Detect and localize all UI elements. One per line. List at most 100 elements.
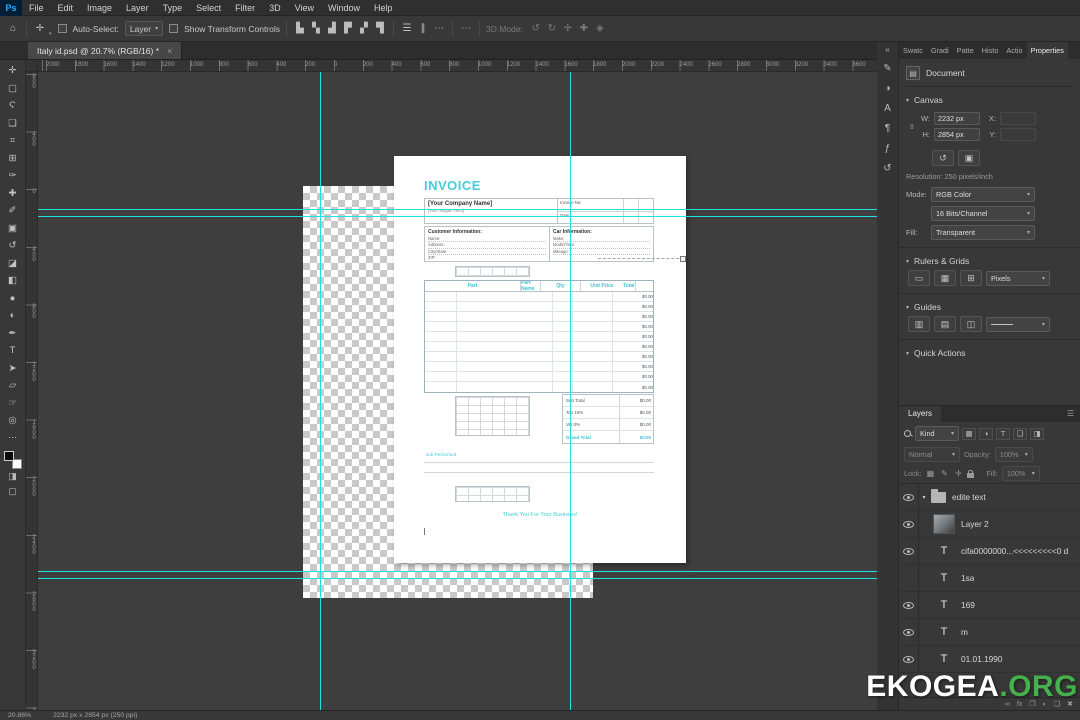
layer-thumbnail[interactable] — [933, 595, 955, 615]
link-dimensions-icon[interactable]: ∞ — [908, 121, 917, 133]
layer-row[interactable]: 169 — [899, 592, 1080, 619]
panel-menu-icon[interactable]: ☰ — [1067, 406, 1080, 422]
layer-visibility-toggle[interactable] — [899, 511, 919, 537]
align-left-icon[interactable]: ▙ — [293, 23, 307, 34]
blur-tool[interactable]: ● — [2, 290, 24, 308]
menu-item[interactable]: Edit — [51, 3, 81, 13]
new-guide-layout-icon[interactable]: ▥ — [908, 316, 930, 332]
units-dropdown[interactable]: Pixels ▾ — [986, 271, 1050, 286]
lasso-tool[interactable]: Ϛ — [2, 97, 24, 115]
close-icon[interactable]: × — [167, 46, 172, 56]
path-selection-tool[interactable]: ➤ — [2, 360, 24, 378]
clear-guides-icon[interactable]: ◫ — [960, 316, 982, 332]
type-tool[interactable]: T — [2, 342, 24, 360]
panel-tab[interactable]: Properties — [1027, 42, 1068, 59]
align-right-icon[interactable]: ▟ — [325, 23, 339, 34]
layer-visibility-toggle[interactable] — [899, 565, 919, 591]
guide-style-dropdown[interactable]: ▾ — [986, 317, 1050, 332]
filter-type-layers-icon[interactable]: T — [996, 428, 1010, 440]
distribute-horizontal-icon[interactable]: ∥ — [416, 23, 430, 34]
panel-tab[interactable]: Patte — [953, 42, 978, 59]
foreground-color-swatch[interactable] — [4, 451, 14, 461]
lock-position-icon[interactable]: ✛ — [953, 469, 963, 478]
vertical-ruler[interactable]: 8004000400800120016002000240028003200360… — [26, 72, 38, 710]
layer-thumbnail[interactable] — [933, 622, 955, 642]
opacity-dropdown[interactable]: 100% ▾ — [995, 447, 1033, 462]
gradient-tool[interactable]: ◧ — [2, 272, 24, 290]
zoom-tool[interactable]: ◎ — [2, 412, 24, 430]
menu-item[interactable]: Window — [321, 3, 367, 13]
eyedropper-tool[interactable]: ✑ — [2, 167, 24, 185]
tool-preset-caret-icon[interactable]: ▾ — [49, 31, 52, 41]
quick-mask-button[interactable]: ◨ — [2, 469, 24, 484]
trim-canvas-icon[interactable]: ▣ — [958, 150, 980, 166]
layer-row[interactable]: 1sa — [899, 565, 1080, 592]
group-caret-icon[interactable] — [919, 494, 929, 501]
layer-visibility-toggle[interactable] — [899, 484, 919, 510]
paragraph-panel-icon[interactable]: ¶ — [885, 123, 890, 134]
hand-tool[interactable]: ☞ — [2, 395, 24, 413]
auto-select-target-dropdown[interactable]: Layer ▾ — [125, 21, 163, 36]
layer-thumbnail[interactable] — [933, 514, 955, 534]
align-middle-icon[interactable]: ▞ — [357, 23, 371, 34]
guides-section-header[interactable]: ▾ Guides — [906, 302, 1073, 312]
layer-thumbnail[interactable] — [933, 568, 955, 588]
menu-item[interactable]: Help — [367, 3, 400, 13]
show-transform-controls-checkbox[interactable] — [169, 24, 178, 33]
height-field[interactable]: 2854 px — [934, 128, 980, 141]
move-tool[interactable]: ✛ — [2, 62, 24, 80]
canvas-section-header[interactable]: ▾ Canvas — [906, 95, 1073, 105]
brush-tool[interactable]: ✐ — [2, 202, 24, 220]
history-panel-icon[interactable]: ↺ — [883, 163, 891, 174]
width-field[interactable]: 2232 px — [934, 112, 980, 125]
eraser-tool[interactable]: ◪ — [2, 255, 24, 273]
layer-visibility-toggle[interactable] — [899, 619, 919, 645]
crop-tool[interactable]: ⌗ — [2, 132, 24, 150]
layer-row[interactable]: m — [899, 619, 1080, 646]
menu-item[interactable]: Type — [156, 3, 190, 13]
layer-row[interactable]: 01.01.1990 — [899, 646, 1080, 673]
pen-tool[interactable]: ✒ — [2, 325, 24, 343]
marquee-tool[interactable]: ▢ — [2, 80, 24, 98]
align-top-icon[interactable]: ▛ — [341, 23, 355, 34]
document-viewport[interactable]: INVOICE [Your Company Name] [Your Slogan… — [38, 72, 877, 710]
layer-thumbnail[interactable] — [933, 541, 955, 561]
object-selection-tool[interactable]: ❏ — [2, 115, 24, 133]
layer-row[interactable]: Layer 2 — [899, 511, 1080, 538]
3d-roll-icon[interactable]: ↻ — [545, 23, 559, 34]
3d-drag-icon[interactable]: ✛ — [561, 23, 575, 34]
panel-tab[interactable]: Gradi — [927, 42, 953, 59]
panel-tab[interactable]: Swatc — [899, 42, 927, 59]
menu-item[interactable]: Image — [80, 3, 119, 13]
distribute-vertical-icon[interactable]: ☰ — [400, 23, 414, 34]
menu-item[interactable]: Filter — [228, 3, 262, 13]
3d-slide-icon[interactable]: ✚ — [577, 23, 591, 34]
home-icon[interactable]: ⌂ — [6, 23, 20, 34]
more-options-icon[interactable]: ⋯ — [459, 23, 473, 34]
layer-visibility-toggle[interactable] — [899, 538, 919, 564]
ruler-toggle-icon[interactable]: ▭ — [908, 270, 930, 286]
align-bottom-icon[interactable]: ▜ — [373, 23, 387, 34]
filter-shape-layers-icon[interactable]: ❏ — [1013, 428, 1027, 440]
history-brush-tool[interactable]: ↺ — [2, 237, 24, 255]
panel-tab[interactable]: Histo — [978, 42, 1003, 59]
shape-tool[interactable]: ▱ — [2, 377, 24, 395]
document-page[interactable]: INVOICE [Your Company Name] [Your Slogan… — [394, 156, 686, 563]
auto-select-checkbox[interactable] — [58, 24, 67, 33]
lock-pixels-icon[interactable]: ✎ — [939, 469, 949, 478]
layer-thumbnail[interactable] — [931, 492, 946, 503]
y-field[interactable] — [1000, 128, 1036, 141]
clone-stamp-tool[interactable]: ▣ — [2, 220, 24, 238]
layer-thumbnail[interactable] — [933, 649, 955, 669]
screen-mode-button[interactable]: ▢ — [2, 484, 24, 499]
dodge-tool[interactable]: ◐ — [2, 307, 24, 325]
blend-mode-dropdown[interactable]: Normal ▾ — [904, 447, 960, 462]
menu-item[interactable]: Select — [189, 3, 228, 13]
move-tool-icon[interactable]: ✛ — [33, 23, 47, 34]
3d-rotate-icon[interactable]: ↺ — [529, 23, 543, 34]
zoom-level-field[interactable]: 20.86% — [8, 712, 31, 719]
glyphs-panel-icon[interactable]: ƒ — [885, 143, 891, 154]
layer-row[interactable]: cifa0000000...<<<<<<<<<0 d — [899, 538, 1080, 565]
layers-tab[interactable]: Layers — [899, 406, 941, 422]
x-field[interactable] — [1000, 112, 1036, 125]
